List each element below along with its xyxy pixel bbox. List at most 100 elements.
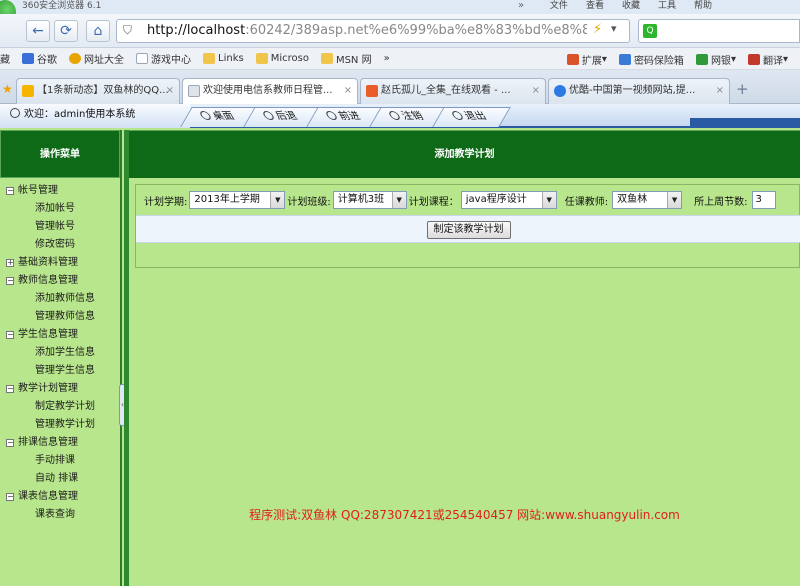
- tab-label: 优酷-中国第一视频网站,提...: [569, 85, 696, 96]
- tree-node-basic-data[interactable]: + 基础资料管理: [6, 254, 95, 272]
- bookmark-google[interactable]: 谷歌: [22, 51, 57, 66]
- tree-item-manual-schedule[interactable]: 手动排课: [6, 452, 95, 470]
- bookmark-label: 谷歌: [37, 55, 57, 66]
- online-banking-label: 网银: [710, 55, 731, 67]
- collapse-icon[interactable]: −: [6, 187, 14, 195]
- chevron-down-icon: ▼: [541, 192, 556, 208]
- tab-qq-zone[interactable]: 【1条新动态】双鱼林的QQ... ×: [16, 78, 180, 104]
- back-arrow-icon: ←: [32, 23, 44, 39]
- course-value: java程序设计: [465, 194, 527, 205]
- tree-item-manage-teacher[interactable]: 管理教师信息: [6, 308, 95, 326]
- tree-node-label: 排课信息管理: [18, 437, 78, 448]
- course-select[interactable]: java程序设计 ▼: [460, 191, 557, 209]
- tree-item-manage-account[interactable]: 管理帐号: [6, 218, 95, 236]
- term-value: 2013年上学期: [194, 194, 260, 205]
- favorite-star-icon[interactable]: ★: [2, 82, 13, 96]
- translate-label: 翻译: [762, 55, 783, 67]
- teaching-plan-form: 计划学期: 2013年上学期 ▼ 计划班级: 计算机3班 ▼ 计划课程： java程…: [135, 184, 800, 268]
- app-page: 欢迎：admin使用本系统 桌面 后退 前进 注销 退出 操作菜单 − 帐号管理 …: [0, 104, 800, 586]
- address-url[interactable]: http://localhost:60242/389asp.net%e6%99%…: [147, 23, 587, 38]
- page-icon: [136, 53, 148, 64]
- menu-tree: − 帐号管理 添加帐号 管理帐号 修改密码 + 基础资料管理 − 教师信息管理 添加教…: [6, 182, 95, 524]
- tab-label: 欢迎使用电信系教师日程管...: [203, 85, 333, 96]
- site-security-icon[interactable]: ⛉: [123, 23, 132, 38]
- title-chevron-icon[interactable]: »: [518, 0, 524, 11]
- bookmark-folder-links[interactable]: Links: [203, 53, 244, 64]
- nav-exit[interactable]: 退出: [432, 107, 511, 127]
- folder-icon: [320, 53, 333, 64]
- url-host: http://localhost: [147, 23, 246, 38]
- tree-node-scheduling[interactable]: − 排课信息管理: [6, 434, 95, 452]
- tree-node-teacher[interactable]: − 教师信息管理: [6, 272, 95, 290]
- home-button[interactable]: ⌂: [86, 20, 110, 42]
- tree-node-teaching-plan[interactable]: − 教学计划管理: [6, 380, 95, 398]
- extensions-button[interactable]: 扩展 ▾: [566, 52, 607, 67]
- tree-node-label: 教师信息管理: [18, 275, 78, 286]
- tree-item-auto-schedule[interactable]: 自动 排课: [6, 470, 95, 488]
- refresh-icon: ⟳: [60, 23, 72, 39]
- toolbar-right: 扩展 ▾ 密码保险箱 网银 ▾ 翻译 ▾: [566, 48, 800, 70]
- tree-node-timetable[interactable]: − 课表信息管理: [6, 488, 95, 506]
- tab-youku[interactable]: 优酷-中国第一视频网站,提... ×: [548, 78, 730, 104]
- tree-node-student[interactable]: − 学生信息管理: [6, 326, 95, 344]
- menu-help[interactable]: 帮助: [694, 0, 712, 12]
- speed-mode-icon[interactable]: ⚡: [593, 22, 602, 37]
- new-tab-plus-icon[interactable]: +: [736, 80, 749, 98]
- grid-icon: [566, 53, 579, 65]
- menu-tools[interactable]: 工具: [658, 0, 676, 12]
- tree-item-add-teacher[interactable]: 添加教师信息: [6, 290, 95, 308]
- bookmarks-overflow[interactable]: »: [384, 53, 390, 64]
- address-dropdown-icon[interactable]: ▾: [611, 22, 617, 35]
- bookmark-folder-microsoft[interactable]: Microso: [255, 53, 309, 64]
- menu-view[interactable]: 查看: [586, 0, 604, 12]
- create-plan-button[interactable]: 制定该教学计划: [426, 221, 511, 239]
- tab-close-icon[interactable]: ×: [532, 79, 540, 103]
- term-label: 计划学期:: [144, 196, 188, 208]
- search-engine-icon[interactable]: Q: [643, 24, 657, 38]
- back-button[interactable]: ←: [26, 20, 50, 42]
- bookmark-label: 网址大全: [84, 55, 124, 66]
- tree-item-add-student[interactable]: 添加学生信息: [6, 344, 95, 362]
- menu-favorites[interactable]: 收藏: [622, 0, 640, 12]
- tab-teacher-schedule[interactable]: 欢迎使用电信系教师日程管... ×: [182, 78, 358, 105]
- collapse-icon[interactable]: −: [6, 493, 14, 501]
- password-vault-button[interactable]: 密码保险箱: [618, 52, 684, 67]
- key-icon: [618, 53, 631, 65]
- class-value: 计算机3班: [337, 194, 385, 205]
- translate-button[interactable]: 翻译 ▾: [747, 52, 788, 67]
- bookmark-folder-msn[interactable]: MSN 网: [320, 51, 372, 66]
- tab-close-icon[interactable]: ×: [716, 79, 724, 103]
- address-bar[interactable]: ⛉ http://localhost:60242/389asp.net%e6%9…: [116, 19, 630, 43]
- collapse-icon[interactable]: −: [6, 439, 14, 447]
- teacher-select[interactable]: 双鱼林 ▼: [612, 191, 683, 209]
- bookmark-site-directory[interactable]: 网址大全: [69, 51, 124, 66]
- class-select[interactable]: 计算机3班 ▼: [332, 191, 407, 209]
- tree-item-timetable-query[interactable]: 课表查询: [6, 506, 95, 524]
- tab-close-icon[interactable]: ×: [344, 79, 352, 103]
- menu-file[interactable]: 文件: [550, 0, 568, 12]
- bookmarks-menu[interactable]: 藏: [0, 51, 10, 66]
- weekly-hours-input[interactable]: 3: [751, 191, 776, 209]
- online-banking-button[interactable]: 网银 ▾: [695, 52, 736, 67]
- search-input[interactable]: Q: [638, 19, 800, 43]
- refresh-button[interactable]: ⟳: [54, 20, 78, 42]
- tree-node-label: 基础资料管理: [18, 257, 78, 268]
- term-select[interactable]: 2013年上学期 ▼: [189, 191, 286, 209]
- tree-item-change-password[interactable]: 修改密码: [6, 236, 95, 254]
- collapse-icon[interactable]: −: [6, 385, 14, 393]
- home-icon: ⌂: [93, 23, 103, 39]
- tree-item-manage-plan[interactable]: 管理教学计划: [6, 416, 95, 434]
- nav-label: 后退: [273, 111, 300, 122]
- tab-close-icon[interactable]: ×: [166, 79, 174, 103]
- tree-item-manage-student[interactable]: 管理学生信息: [6, 362, 95, 380]
- collapse-icon[interactable]: −: [6, 277, 14, 285]
- tree-item-add-account[interactable]: 添加帐号: [6, 200, 95, 218]
- collapse-icon[interactable]: −: [6, 331, 14, 339]
- tab-video-zhaoshi[interactable]: 赵氏孤儿_全集_在线观看 - ... ×: [360, 78, 546, 104]
- expand-icon[interactable]: +: [6, 259, 14, 267]
- bookmark-game-center[interactable]: 游戏中心: [136, 51, 191, 66]
- tree-item-create-plan[interactable]: 制定教学计划: [6, 398, 95, 416]
- shield-icon: [695, 53, 708, 65]
- bookmark-label: MSN 网: [335, 55, 372, 66]
- tree-node-account[interactable]: − 帐号管理: [6, 182, 95, 200]
